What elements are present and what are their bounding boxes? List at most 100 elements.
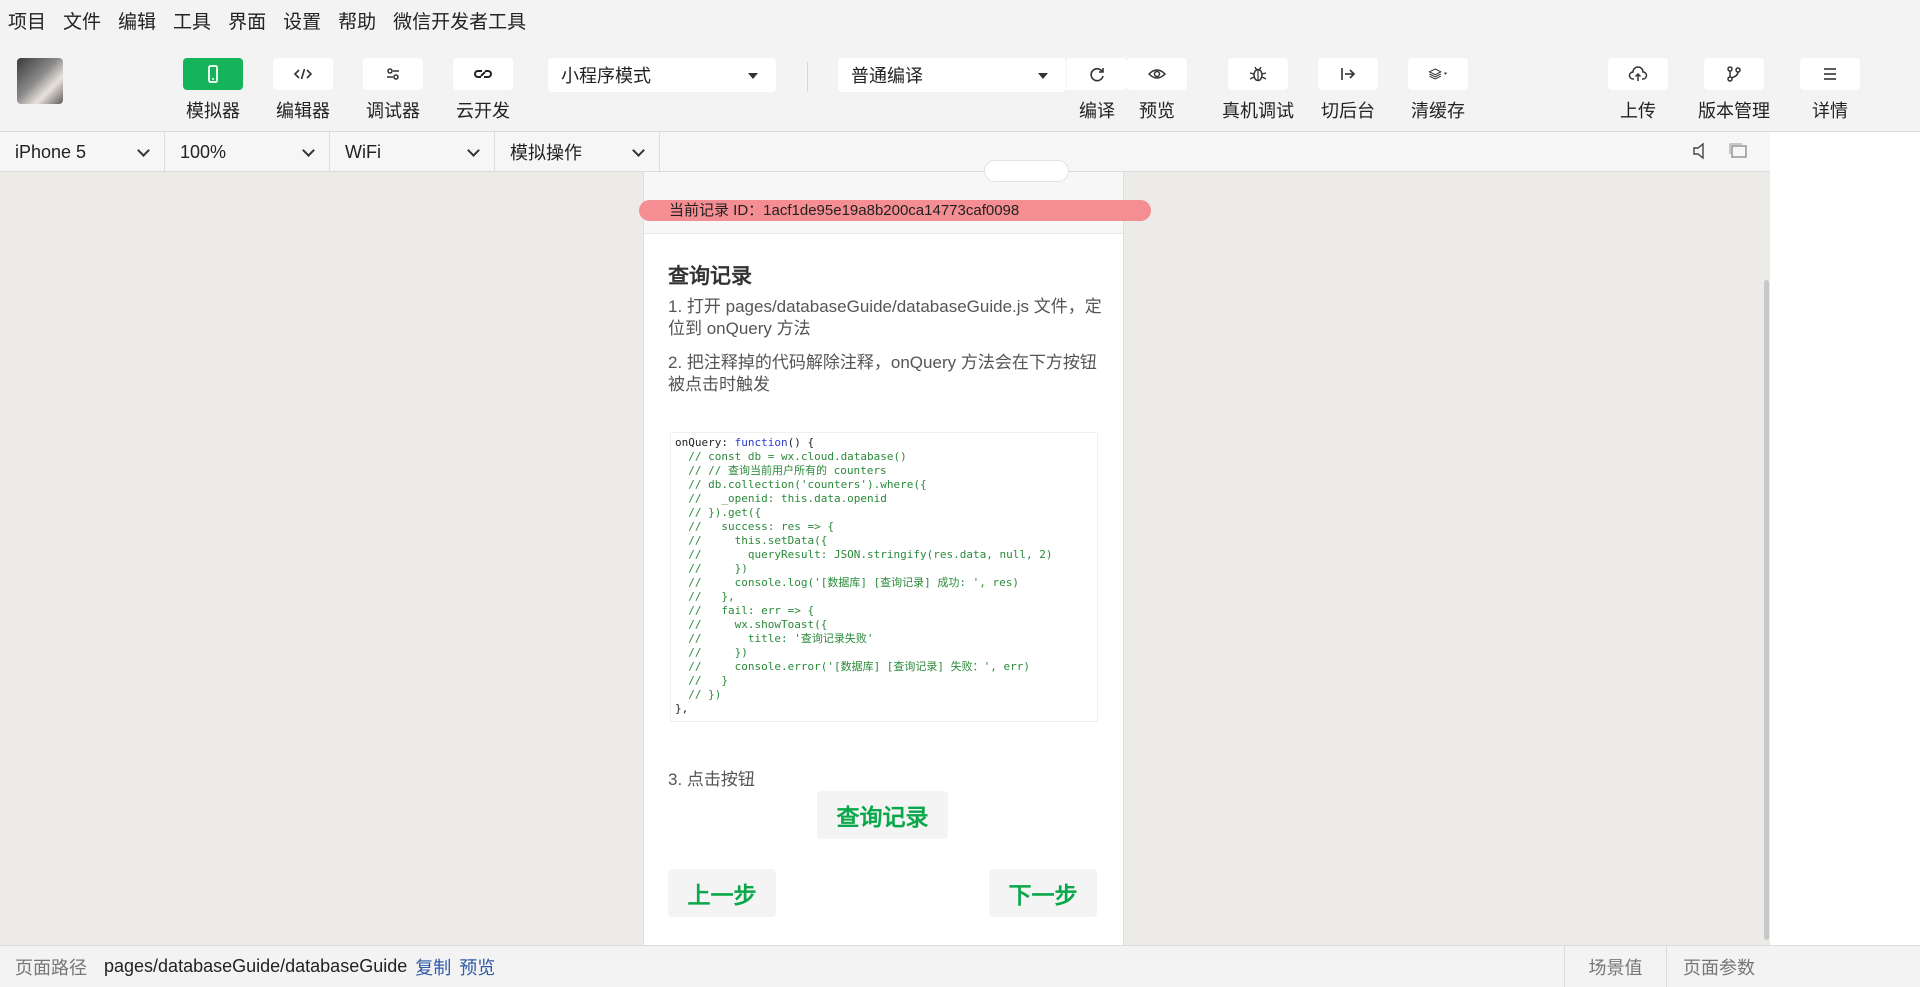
code-line: // } <box>675 674 728 687</box>
page-path-label: 页面路径 <box>15 957 87 978</box>
menu-help[interactable]: 帮助 <box>338 7 376 34</box>
detach-window-icon[interactable] <box>1728 142 1748 165</box>
details-label: 详情 <box>1812 101 1848 121</box>
code-line: // title: '查询记录失败' <box>675 632 874 645</box>
device-bar-icons <box>1692 142 1748 165</box>
mode-select-value: 小程序模式 <box>561 66 651 86</box>
device-value: iPhone 5 <box>15 141 87 162</box>
menu-lines-icon <box>1800 58 1860 90</box>
simulator-label: 模拟器 <box>186 101 240 121</box>
code-line: // console.error('[数据库] [查询记录] 失败：', err… <box>675 660 1031 673</box>
version-management-button[interactable]: 版本管理 <box>1698 58 1770 123</box>
switch-background-button[interactable]: 切后台 <box>1318 58 1378 123</box>
code-keyword: function <box>734 436 788 449</box>
cloud-dev-button[interactable]: 云开发 <box>453 58 513 123</box>
version-management-label: 版本管理 <box>1698 101 1770 121</box>
menu-settings[interactable]: 设置 <box>283 7 321 34</box>
next-step-button[interactable]: 下一步 <box>989 869 1097 917</box>
caret-down-icon <box>1038 73 1048 79</box>
layers-icon <box>1408 58 1468 90</box>
code-icon <box>273 58 333 90</box>
zoom-select[interactable]: 100% <box>165 132 330 172</box>
code-line: // const db = wx.cloud.database() <box>675 450 907 463</box>
menu-file[interactable]: 文件 <box>63 7 101 34</box>
previous-step-button[interactable]: 上一步 <box>668 869 776 917</box>
preview-button[interactable]: 预览 <box>1127 58 1187 123</box>
code-line: // }) <box>675 562 748 575</box>
preview-label: 预览 <box>1139 101 1175 121</box>
compile-mode-value: 普通编译 <box>851 66 923 86</box>
compile-button[interactable]: 编译 <box>1067 58 1127 123</box>
code-line: // }) <box>675 688 722 701</box>
eye-icon <box>1127 58 1187 90</box>
record-id-highlight: 当前记录 ID：1acf1de95e19a8b200ca14773caf0098 <box>639 200 1151 221</box>
sliders-icon <box>363 58 423 90</box>
cloud-upload-icon <box>1608 58 1668 90</box>
partial-button[interactable] <box>984 160 1069 182</box>
simulator-button[interactable]: 模拟器 <box>183 58 243 123</box>
code-line: // this.setData({ <box>675 534 828 547</box>
mode-select[interactable]: 小程序模式 <box>548 58 776 92</box>
compile-mode-select[interactable]: 普通编译 <box>838 58 1066 92</box>
device-select[interactable]: iPhone 5 <box>0 132 165 172</box>
copy-path-link[interactable]: 复制 <box>415 954 451 980</box>
menu-wechat-devtools[interactable]: 微信开发者工具 <box>393 7 526 34</box>
avatar[interactable] <box>17 58 63 104</box>
network-value: WiFi <box>345 141 381 162</box>
editor-button[interactable]: 编辑器 <box>273 58 333 123</box>
page-path-value: pages/databaseGuide/databaseGuide <box>104 956 408 976</box>
code-line: // // 查询当前用户所有的 counters <box>675 464 887 477</box>
real-device-debug-button[interactable]: 真机调试 <box>1222 58 1294 123</box>
editor-label: 编辑器 <box>276 101 330 121</box>
switch-background-label: 切后台 <box>1321 101 1375 121</box>
exit-arrow-icon <box>1318 58 1378 90</box>
real-device-debug-label: 真机调试 <box>1222 101 1294 121</box>
cloud-dev-label: 云开发 <box>456 101 510 121</box>
menu-project[interactable]: 项目 <box>8 7 46 34</box>
preview-path-link[interactable]: 预览 <box>459 954 495 980</box>
details-button[interactable]: 详情 <box>1800 58 1860 123</box>
upload-button[interactable]: 上传 <box>1608 58 1668 123</box>
code-line: // queryResult: JSON.stringify(res.data,… <box>675 548 1053 561</box>
page-title: 查询记录 <box>668 265 752 288</box>
code-line: // db.collection('counters').where({ <box>675 478 927 491</box>
simulate-operation-value: 模拟操作 <box>510 143 582 163</box>
simulator-scrollbar[interactable] <box>1764 280 1769 940</box>
chevron-down-icon <box>137 144 150 157</box>
caret-down-icon <box>748 73 758 79</box>
code-line-last: }, <box>675 702 689 715</box>
code-line: // wx.showToast({ <box>675 618 828 631</box>
menu-tools[interactable]: 工具 <box>173 7 211 34</box>
scene-value-button[interactable]: 场景值 <box>1564 946 1666 987</box>
code-line: // fail: err => { <box>675 604 815 617</box>
chevron-down-icon <box>467 144 480 157</box>
debugger-button[interactable]: 调试器 <box>363 58 423 123</box>
chevron-down-icon <box>632 144 645 157</box>
code-line: // }) <box>675 646 748 659</box>
debugger-label: 调试器 <box>366 101 420 121</box>
refresh-icon <box>1067 58 1127 90</box>
compile-label: 编译 <box>1079 101 1115 121</box>
step-1-text: 1. 打开 pages/databaseGuide/databaseGuide.… <box>668 297 1102 338</box>
menu-view[interactable]: 界面 <box>228 7 266 34</box>
simulate-operation-select[interactable]: 模拟操作 <box>495 132 660 172</box>
code-key: onQuery: <box>675 436 735 449</box>
toolbar: 模拟器 编辑器 调试器 云开发 小程序模式 普通编译 编译 预览 真机调试 切后… <box>0 40 1920 132</box>
speaker-icon[interactable] <box>1692 142 1708 165</box>
upload-label: 上传 <box>1620 101 1656 121</box>
step-3-text: 3. 点击按钮 <box>668 770 755 789</box>
code-line: // success: res => { <box>675 520 834 533</box>
page-params-button[interactable]: 页面参数 <box>1666 946 1920 987</box>
code-snippet: onQuery: function() { // const db = wx.c… <box>670 432 1098 722</box>
query-record-button[interactable]: 查询记录 <box>817 791 948 839</box>
device-bar: iPhone 5 100% WiFi 模拟操作 <box>0 132 1770 172</box>
clear-cache-label: 清缓存 <box>1411 101 1465 121</box>
menu-edit[interactable]: 编辑 <box>118 7 156 34</box>
clear-cache-button[interactable]: 清缓存 <box>1408 58 1468 123</box>
status-bar: 页面路径 pages/databaseGuide/databaseGuide 复… <box>0 945 1920 987</box>
code-line: // }, <box>675 590 735 603</box>
phone-icon <box>183 58 243 90</box>
network-select[interactable]: WiFi <box>330 132 495 172</box>
code-line: // }).get({ <box>675 506 762 519</box>
right-panel <box>1770 132 1920 945</box>
